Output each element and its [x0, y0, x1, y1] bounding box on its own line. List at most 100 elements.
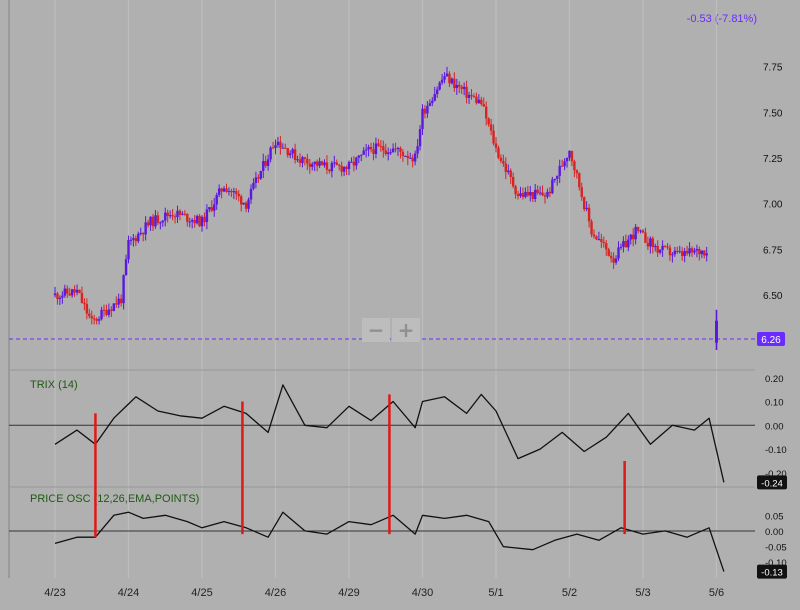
candle-body	[115, 303, 118, 305]
candle-body	[68, 293, 71, 296]
candle-body	[409, 157, 412, 159]
candle-body	[220, 188, 223, 192]
candle-body	[168, 215, 172, 217]
price-osc-last-value-label: -0.13	[761, 568, 783, 579]
candle-body	[595, 236, 598, 240]
candle-body	[63, 288, 66, 296]
candle-body	[70, 289, 74, 296]
candle-body	[428, 103, 432, 106]
zoom-out-button[interactable]: −	[362, 318, 390, 342]
candle-body	[703, 250, 706, 256]
candle-body	[139, 232, 142, 234]
candle-body	[93, 318, 96, 320]
candle-body	[193, 219, 196, 224]
candle-body	[560, 165, 564, 167]
candle-body	[556, 175, 559, 179]
candle-body	[450, 78, 454, 84]
candle-body	[252, 182, 255, 189]
candle-body	[384, 150, 387, 155]
candle-body	[636, 226, 640, 231]
candle-body	[394, 148, 397, 150]
candle-body	[244, 202, 248, 209]
candle-body	[203, 216, 206, 223]
candle-body	[534, 189, 537, 199]
candle-body	[232, 191, 236, 193]
candle-body	[364, 149, 368, 151]
candle-body	[318, 161, 321, 166]
x-tick-label: 4/23	[44, 587, 65, 599]
candle-body	[480, 99, 483, 105]
candle-body	[296, 159, 299, 161]
x-tick-label: 5/6	[709, 587, 724, 599]
candle-body	[597, 239, 601, 241]
candle-body	[695, 248, 699, 251]
candle-body	[217, 188, 221, 195]
candle-body	[240, 196, 243, 205]
candle-body	[509, 170, 512, 177]
candle-body	[146, 222, 150, 226]
candle-body	[154, 215, 157, 227]
candle-body	[585, 207, 588, 210]
candle-body	[396, 147, 400, 150]
candle-body	[264, 160, 267, 166]
candle-body	[700, 250, 703, 255]
candle-body	[592, 234, 596, 237]
candle-body	[609, 255, 613, 259]
last-price-label: 6.26	[761, 335, 781, 346]
candle-body	[198, 215, 201, 227]
candle-body	[110, 309, 113, 311]
candle-body	[460, 86, 463, 89]
candle-body	[465, 86, 468, 98]
candle-body	[200, 216, 204, 227]
candle-body	[531, 192, 534, 199]
candle-body	[289, 153, 292, 156]
candle-body	[338, 164, 341, 166]
trix-title: TRIX (14)	[30, 379, 78, 391]
zoom-in-button[interactable]: +	[392, 318, 420, 342]
candle-body	[53, 293, 57, 296]
candle-body	[95, 318, 98, 321]
candles-layer	[53, 66, 718, 350]
candle-body	[281, 147, 285, 149]
candle-body	[387, 152, 390, 155]
candle-body	[671, 254, 674, 256]
candle-body	[624, 240, 628, 248]
candle-body	[519, 193, 522, 197]
candle-body	[379, 146, 383, 148]
price-osc-y-tick-label: 0.05	[765, 511, 784, 522]
candle-body	[75, 289, 79, 293]
candle-body	[605, 243, 608, 250]
candle-body	[284, 147, 287, 149]
candle-body	[188, 221, 191, 223]
candle-body	[213, 204, 216, 211]
candle-body	[377, 143, 380, 147]
candle-body	[164, 212, 167, 221]
candle-body	[477, 99, 481, 104]
candle-body	[445, 73, 449, 77]
candle-body	[470, 95, 473, 97]
candle-body	[568, 150, 571, 158]
candle-body	[112, 303, 115, 311]
candle-body	[570, 150, 574, 162]
candle-body	[681, 251, 684, 256]
candle-body	[230, 190, 233, 193]
candle-body	[587, 207, 591, 222]
candle-body	[161, 220, 164, 223]
candle-body	[374, 143, 378, 154]
candle-body	[475, 96, 478, 104]
candle-body	[514, 186, 517, 195]
candle-body	[622, 240, 625, 247]
candle-body	[521, 193, 525, 197]
candle-body	[173, 216, 177, 218]
candle-body	[249, 188, 253, 200]
candle-body	[683, 250, 686, 256]
candle-body	[448, 73, 451, 84]
candle-body	[668, 247, 672, 256]
candle-body	[617, 247, 620, 259]
candle-body	[485, 106, 488, 119]
candle-body	[83, 302, 86, 304]
candle-body	[176, 210, 179, 218]
candle-body	[715, 320, 718, 343]
candle-body	[632, 234, 635, 240]
candle-body	[367, 146, 370, 150]
